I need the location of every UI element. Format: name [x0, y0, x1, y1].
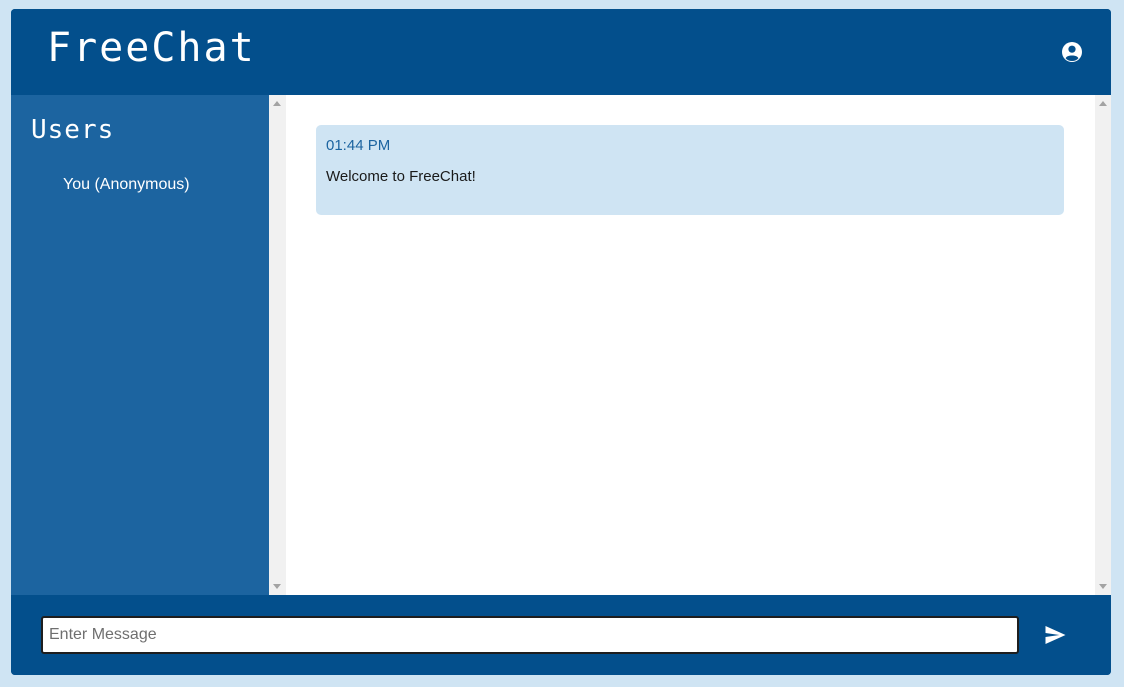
user-circle-icon: [1062, 42, 1082, 62]
left-scrollbar[interactable]: [269, 95, 286, 595]
send-button[interactable]: [1043, 623, 1067, 647]
message-bubble: 01:44 PM Welcome to FreeChat!: [316, 125, 1064, 215]
scroll-up-arrow-icon[interactable]: [273, 101, 281, 106]
scroll-down-arrow-icon[interactable]: [273, 584, 281, 589]
message-input[interactable]: [41, 616, 1019, 654]
app-title: FreeChat: [47, 25, 256, 71]
message-text: Welcome to FreeChat!: [326, 168, 476, 185]
chat-app: FreeChat Users You (Anonymous) 01:44 PM …: [11, 9, 1111, 675]
account-button[interactable]: [1061, 41, 1083, 63]
user-list-item[interactable]: You (Anonymous): [11, 173, 269, 197]
users-heading: Users: [31, 115, 115, 145]
scroll-down-arrow-icon[interactable]: [1099, 584, 1107, 589]
user-list: You (Anonymous): [11, 173, 269, 197]
right-scrollbar[interactable]: [1095, 95, 1111, 595]
users-sidebar: Users You (Anonymous): [11, 95, 269, 595]
app-header: FreeChat: [11, 9, 1111, 95]
message-list: 01:44 PM Welcome to FreeChat!: [286, 95, 1095, 595]
scroll-up-arrow-icon[interactable]: [1099, 101, 1107, 106]
chat-area: 01:44 PM Welcome to FreeChat!: [269, 95, 1111, 595]
send-icon: [1045, 626, 1066, 644]
message-timestamp: 01:44 PM: [326, 137, 391, 154]
message-composer: [11, 595, 1111, 675]
